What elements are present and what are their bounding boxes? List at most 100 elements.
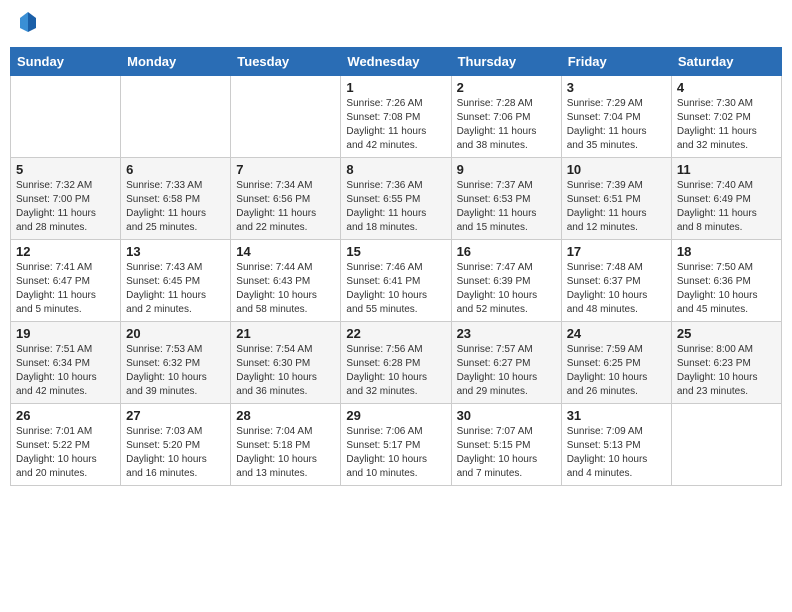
calendar-cell: 4 Sunrise: 7:30 AM Sunset: 7:02 PM Daylig…	[671, 76, 781, 158]
day-info: Sunrise: 7:30 AM Sunset: 7:02 PM Dayligh…	[677, 97, 776, 153]
calendar-cell: 15 Sunrise: 7:46 AM Sunset: 6:41 PM Dayli…	[341, 240, 451, 322]
calendar-day-header: Tuesday	[231, 48, 341, 76]
calendar-week-row: 12 Sunrise: 7:41 AM Sunset: 6:47 PM Dayli…	[11, 240, 782, 322]
calendar-cell: 14 Sunrise: 7:44 AM Sunset: 6:43 PM Dayli…	[231, 240, 341, 322]
calendar-week-row: 19 Sunrise: 7:51 AM Sunset: 6:34 PM Dayli…	[11, 322, 782, 404]
calendar-cell: 23 Sunrise: 7:57 AM Sunset: 6:27 PM Dayli…	[451, 322, 561, 404]
day-info: Sunrise: 7:57 AM Sunset: 6:27 PM Dayligh…	[457, 343, 556, 399]
day-info: Sunrise: 7:43 AM Sunset: 6:45 PM Dayligh…	[126, 261, 225, 317]
day-info: Sunrise: 7:53 AM Sunset: 6:32 PM Dayligh…	[126, 343, 225, 399]
day-info: Sunrise: 7:37 AM Sunset: 6:53 PM Dayligh…	[457, 179, 556, 235]
calendar-cell: 5 Sunrise: 7:32 AM Sunset: 7:00 PM Daylig…	[11, 158, 121, 240]
day-number: 9	[457, 162, 556, 177]
day-number: 11	[677, 162, 776, 177]
day-info: Sunrise: 7:04 AM Sunset: 5:18 PM Dayligh…	[236, 425, 335, 481]
day-number: 24	[567, 326, 666, 341]
calendar-cell: 29 Sunrise: 7:06 AM Sunset: 5:17 PM Dayli…	[341, 404, 451, 486]
calendar-cell: 16Sunrise: 7:47 AM Sunset: 6:39 PM Dayli…	[451, 240, 561, 322]
calendar-cell: 6Sunrise: 7:33 AM Sunset: 6:58 PM Daylig…	[121, 158, 231, 240]
day-number: 12	[16, 244, 115, 259]
day-info: Sunrise: 7:47 AM Sunset: 6:39 PM Dayligh…	[457, 261, 556, 317]
day-number: 8	[346, 162, 445, 177]
day-number: 4	[677, 80, 776, 95]
day-info: Sunrise: 7:44 AM Sunset: 6:43 PM Dayligh…	[236, 261, 335, 317]
calendar-header-row: SundayMondayTuesdayWednesdayThursdayFrid…	[11, 48, 782, 76]
day-number: 20	[126, 326, 225, 341]
logo-icon	[16, 10, 40, 34]
day-number: 29	[346, 408, 445, 423]
day-number: 13	[126, 244, 225, 259]
calendar-week-row: 1 Sunrise: 7:26 AM Sunset: 7:08 PM Daylig…	[11, 76, 782, 158]
day-number: 27	[126, 408, 225, 423]
day-number: 25	[677, 326, 776, 341]
day-info: Sunrise: 7:32 AM Sunset: 7:00 PM Dayligh…	[16, 179, 115, 235]
day-number: 19	[16, 326, 115, 341]
day-number: 3	[567, 80, 666, 95]
calendar-cell: 18 Sunrise: 7:50 AM Sunset: 6:36 PM Dayli…	[671, 240, 781, 322]
day-info: Sunrise: 7:51 AM Sunset: 6:34 PM Dayligh…	[16, 343, 115, 399]
day-number: 26	[16, 408, 115, 423]
calendar-cell: 2 Sunrise: 7:28 AM Sunset: 7:06 PM Daylig…	[451, 76, 561, 158]
day-number: 22	[346, 326, 445, 341]
calendar-cell: 10Sunrise: 7:39 AM Sunset: 6:51 PM Dayli…	[561, 158, 671, 240]
day-number: 6	[126, 162, 225, 177]
day-number: 2	[457, 80, 556, 95]
calendar-cell: 1 Sunrise: 7:26 AM Sunset: 7:08 PM Daylig…	[341, 76, 451, 158]
calendar-week-row: 5 Sunrise: 7:32 AM Sunset: 7:00 PM Daylig…	[11, 158, 782, 240]
calendar-cell: 7 Sunrise: 7:34 AM Sunset: 6:56 PM Daylig…	[231, 158, 341, 240]
day-info: Sunrise: 7:28 AM Sunset: 7:06 PM Dayligh…	[457, 97, 556, 153]
day-info: Sunrise: 7:50 AM Sunset: 6:36 PM Dayligh…	[677, 261, 776, 317]
day-number: 18	[677, 244, 776, 259]
day-number: 23	[457, 326, 556, 341]
day-number: 15	[346, 244, 445, 259]
calendar-cell: 22Sunrise: 7:56 AM Sunset: 6:28 PM Dayli…	[341, 322, 451, 404]
calendar-cell: 21Sunrise: 7:54 AM Sunset: 6:30 PM Dayli…	[231, 322, 341, 404]
day-number: 1	[346, 80, 445, 95]
calendar-cell: 12 Sunrise: 7:41 AM Sunset: 6:47 PM Dayli…	[11, 240, 121, 322]
day-info: Sunrise: 7:26 AM Sunset: 7:08 PM Dayligh…	[346, 97, 445, 153]
day-number: 31	[567, 408, 666, 423]
day-number: 7	[236, 162, 335, 177]
calendar-cell: 28Sunrise: 7:04 AM Sunset: 5:18 PM Dayli…	[231, 404, 341, 486]
page-header	[10, 10, 782, 39]
day-info: Sunrise: 7:06 AM Sunset: 5:17 PM Dayligh…	[346, 425, 445, 481]
calendar-day-header: Thursday	[451, 48, 561, 76]
calendar-cell: 31Sunrise: 7:09 AM Sunset: 5:13 PM Dayli…	[561, 404, 671, 486]
day-info: Sunrise: 8:00 AM Sunset: 6:23 PM Dayligh…	[677, 343, 776, 399]
calendar-day-header: Wednesday	[341, 48, 451, 76]
calendar-cell	[231, 76, 341, 158]
day-info: Sunrise: 7:29 AM Sunset: 7:04 PM Dayligh…	[567, 97, 666, 153]
calendar-cell: 30 Sunrise: 7:07 AM Sunset: 5:15 PM Dayli…	[451, 404, 561, 486]
day-number: 17	[567, 244, 666, 259]
calendar-table: SundayMondayTuesdayWednesdayThursdayFrid…	[10, 47, 782, 486]
day-number: 21	[236, 326, 335, 341]
calendar-cell: 17 Sunrise: 7:48 AM Sunset: 6:37 PM Dayli…	[561, 240, 671, 322]
day-number: 14	[236, 244, 335, 259]
day-info: Sunrise: 7:07 AM Sunset: 5:15 PM Dayligh…	[457, 425, 556, 481]
calendar-cell	[11, 76, 121, 158]
calendar-cell: 25 Sunrise: 8:00 AM Sunset: 6:23 PM Dayli…	[671, 322, 781, 404]
calendar-cell: 27 Sunrise: 7:03 AM Sunset: 5:20 PM Dayli…	[121, 404, 231, 486]
day-number: 10	[567, 162, 666, 177]
calendar-cell: 26Sunrise: 7:01 AM Sunset: 5:22 PM Dayli…	[11, 404, 121, 486]
calendar-day-header: Friday	[561, 48, 671, 76]
day-info: Sunrise: 7:03 AM Sunset: 5:20 PM Dayligh…	[126, 425, 225, 481]
day-number: 5	[16, 162, 115, 177]
calendar-day-header: Monday	[121, 48, 231, 76]
calendar-day-header: Saturday	[671, 48, 781, 76]
calendar-cell: 3 Sunrise: 7:29 AM Sunset: 7:04 PM Daylig…	[561, 76, 671, 158]
calendar-cell	[121, 76, 231, 158]
day-info: Sunrise: 7:48 AM Sunset: 6:37 PM Dayligh…	[567, 261, 666, 317]
calendar-cell: 20 Sunrise: 7:53 AM Sunset: 6:32 PM Dayli…	[121, 322, 231, 404]
day-number: 30	[457, 408, 556, 423]
calendar-day-header: Sunday	[11, 48, 121, 76]
calendar-cell: 19 Sunrise: 7:51 AM Sunset: 6:34 PM Dayli…	[11, 322, 121, 404]
day-info: Sunrise: 7:36 AM Sunset: 6:55 PM Dayligh…	[346, 179, 445, 235]
day-info: Sunrise: 7:46 AM Sunset: 6:41 PM Dayligh…	[346, 261, 445, 317]
calendar-cell: 8 Sunrise: 7:36 AM Sunset: 6:55 PM Daylig…	[341, 158, 451, 240]
day-info: Sunrise: 7:59 AM Sunset: 6:25 PM Dayligh…	[567, 343, 666, 399]
day-info: Sunrise: 7:34 AM Sunset: 6:56 PM Dayligh…	[236, 179, 335, 235]
calendar-cell: 24 Sunrise: 7:59 AM Sunset: 6:25 PM Dayli…	[561, 322, 671, 404]
calendar-cell: 11Sunrise: 7:40 AM Sunset: 6:49 PM Dayli…	[671, 158, 781, 240]
day-info: Sunrise: 7:41 AM Sunset: 6:47 PM Dayligh…	[16, 261, 115, 317]
